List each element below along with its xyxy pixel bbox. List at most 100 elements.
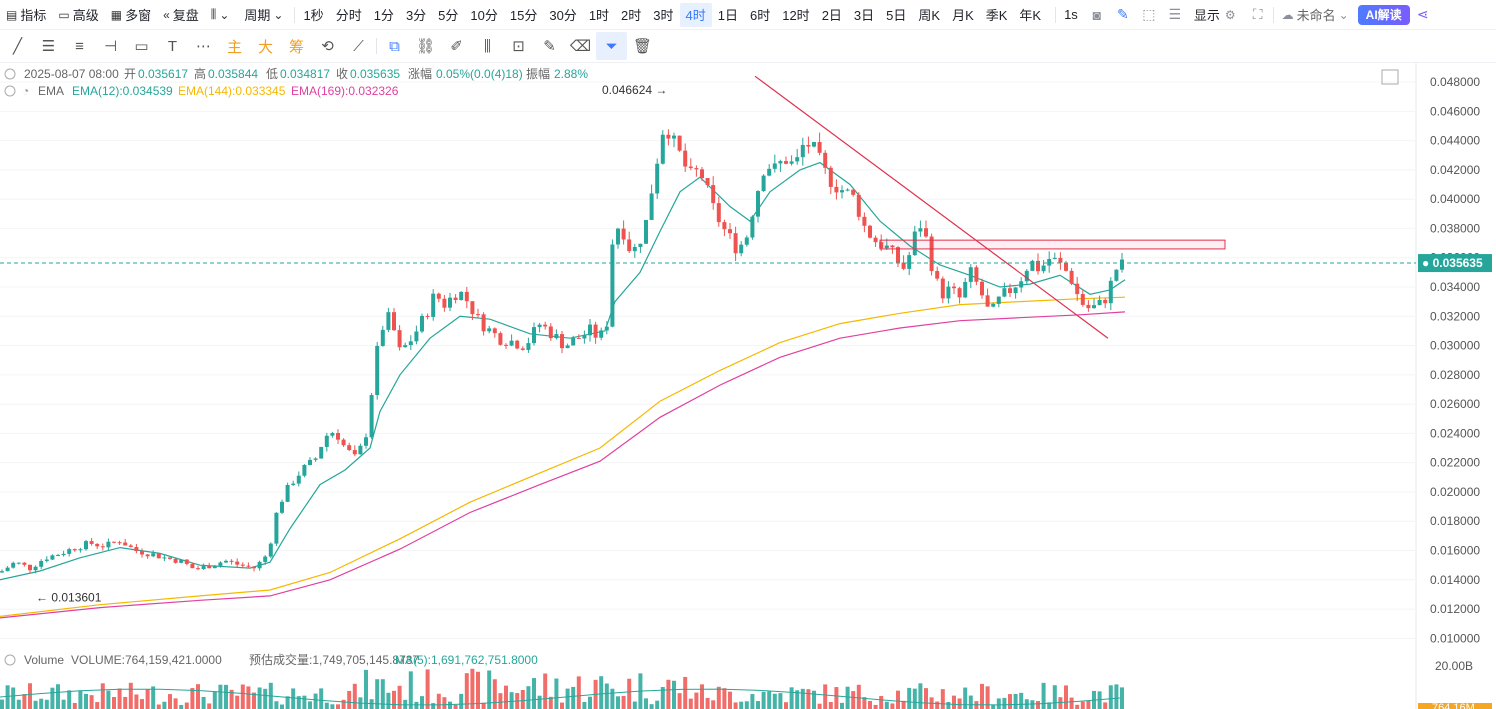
candle-body <box>44 559 49 561</box>
toolbar-right: 1s ◙ ✎ ⬚ ☰ 显示 ⚙ ⛶ ☁ 未命名 ⌄ AI解读 ⋖ <box>1058 0 1436 30</box>
trash-icon[interactable]: 🗑 <box>627 32 658 60</box>
pencil-icon[interactable]: ✎ <box>1110 3 1136 27</box>
chips-tool[interactable]: 筹 <box>281 32 312 60</box>
candle-body <box>1069 270 1074 284</box>
period-tab-13[interactable]: 6时 <box>744 3 776 27</box>
indicators-button[interactable]: ▤ 指标 <box>0 0 52 30</box>
period-tab-3[interactable]: 3分 <box>400 3 432 27</box>
volume-bar <box>621 695 626 709</box>
multi-window-button[interactable]: ▦ 多窗 <box>105 0 157 30</box>
interval-readout[interactable]: 1s <box>1058 3 1084 27</box>
magnet-icon[interactable]: ⟲ <box>312 32 343 60</box>
volume-bar <box>767 691 772 709</box>
parallel-lines-icon[interactable]: ☰ <box>33 32 64 60</box>
brush-icon[interactable]: ✐ <box>441 32 472 60</box>
volume-bar <box>677 693 682 709</box>
horizontal-line-icon[interactable]: ⊣ <box>95 32 126 60</box>
bar-date: 2025-08-07 08:00 <box>24 67 119 81</box>
eraser-icon[interactable]: ⌫ <box>565 32 596 60</box>
candle-body <box>436 293 441 299</box>
period-tab-18[interactable]: 周K <box>912 3 946 27</box>
candle-body <box>604 326 609 331</box>
period-tab-12[interactable]: 1日 <box>712 3 744 27</box>
replay-button[interactable]: «复盘 <box>157 0 205 30</box>
volume-bar <box>414 701 419 709</box>
candle-body <box>173 558 178 563</box>
layout-dropdown[interactable]: ☁ 未命名 ⌄ <box>1276 0 1358 30</box>
filter-icon[interactable]: ⏷ <box>596 32 627 60</box>
line-tool-icon[interactable]: ╱ <box>2 32 33 60</box>
period-tab-9[interactable]: 2时 <box>615 3 647 27</box>
candle-body <box>313 458 318 460</box>
expand-icon[interactable]: ⬚ <box>1136 3 1162 27</box>
candle-body <box>840 190 844 193</box>
period-tab-20[interactable]: 季K <box>980 3 1014 27</box>
period-tab-2[interactable]: 1分 <box>368 3 400 27</box>
candle-body <box>145 554 150 557</box>
period-tab-8[interactable]: 1时 <box>583 3 615 27</box>
candle-body <box>688 166 693 169</box>
period-tab-14[interactable]: 12时 <box>776 3 815 27</box>
period-tab-0[interactable]: 1秒 <box>297 3 329 27</box>
collapse-icon[interactable] <box>4 68 16 80</box>
measure-icon[interactable]: ⟋ <box>343 32 374 60</box>
channel-icon[interactable]: ≡ <box>64 32 95 60</box>
candles-tool-icon[interactable]: ⫼ <box>472 32 503 60</box>
main-tool[interactable]: 主 <box>219 32 250 60</box>
period-tab-15[interactable]: 2日 <box>816 3 848 27</box>
collapse-icon[interactable] <box>4 654 16 666</box>
replay-label: 复盘 <box>172 8 199 23</box>
large-tool[interactable]: 大 <box>250 32 281 60</box>
camera-icon[interactable]: ◙ <box>1084 3 1110 27</box>
candle-body <box>464 291 469 302</box>
period-tab-11[interactable]: 4时 <box>679 2 712 27</box>
ai-analysis-button[interactable]: AI解读 <box>1357 4 1410 25</box>
volume-bar <box>61 699 66 709</box>
period-tab-21[interactable]: 年K <box>1013 3 1047 27</box>
copy-icon[interactable]: ⧉ <box>379 32 410 60</box>
candle-body <box>459 291 464 301</box>
volume-bar <box>604 683 609 709</box>
period-tab-6[interactable]: 15分 <box>504 3 543 27</box>
share-icon[interactable]: ⋖ <box>1410 3 1436 27</box>
period-tab-19[interactable]: 月K <box>946 3 980 27</box>
period-tab-17[interactable]: 5日 <box>880 3 912 27</box>
candle-body <box>974 267 979 282</box>
period-tab-1[interactable]: 分时 <box>330 3 368 27</box>
candle-body <box>700 169 704 179</box>
volume-bar <box>879 695 884 709</box>
y-tick-label: 0.016000 <box>1430 544 1480 558</box>
candle-body <box>761 175 766 192</box>
note-icon[interactable]: ✎ <box>534 32 565 60</box>
price-chart[interactable]: 0.046624 →← 0.013601 0.0480000.0460000.0… <box>0 63 1496 709</box>
period-dropdown[interactable]: 周期 ⌄ <box>238 0 292 30</box>
collapse-icon[interactable] <box>4 85 16 97</box>
text-tool-icon[interactable]: T <box>157 32 188 60</box>
resistance-box <box>879 239 1226 250</box>
link-icon[interactable]: ⛓ <box>410 32 441 60</box>
volume-tag-label: 764.16M <box>1432 702 1475 709</box>
period-tab-16[interactable]: 3日 <box>848 3 880 27</box>
rectangle-icon[interactable]: ▭ <box>126 32 157 60</box>
period-tab-10[interactable]: 3时 <box>647 3 679 27</box>
chart-type-button[interactable]: ⫼ ⌄ <box>205 0 239 30</box>
volume-bar <box>761 691 766 709</box>
high-label: 高 <box>194 66 206 81</box>
candle-body <box>509 340 514 346</box>
fullscreen-icon[interactable]: ⛶ <box>1245 3 1271 27</box>
volume-bar <box>694 692 699 709</box>
period-tab-7[interactable]: 30分 <box>543 3 582 27</box>
ema-name: EMA <box>38 84 64 98</box>
more-tools-icon[interactable]: ⋯ <box>188 32 219 60</box>
candle-body <box>140 551 144 555</box>
candle-body <box>403 345 408 348</box>
period-tab-4[interactable]: 5分 <box>432 3 464 27</box>
candle-body <box>851 189 856 195</box>
lock-icon[interactable]: ⊡ <box>503 32 534 60</box>
display-button[interactable]: 显示 ⚙ <box>1188 0 1245 30</box>
bell-icon[interactable]: ◔ <box>22 84 29 98</box>
advanced-button[interactable]: ▭ 高级 <box>52 0 104 30</box>
period-tab-5[interactable]: 10分 <box>464 3 503 27</box>
menu-icon[interactable]: ☰ <box>1162 3 1188 27</box>
candle-body <box>280 501 284 513</box>
